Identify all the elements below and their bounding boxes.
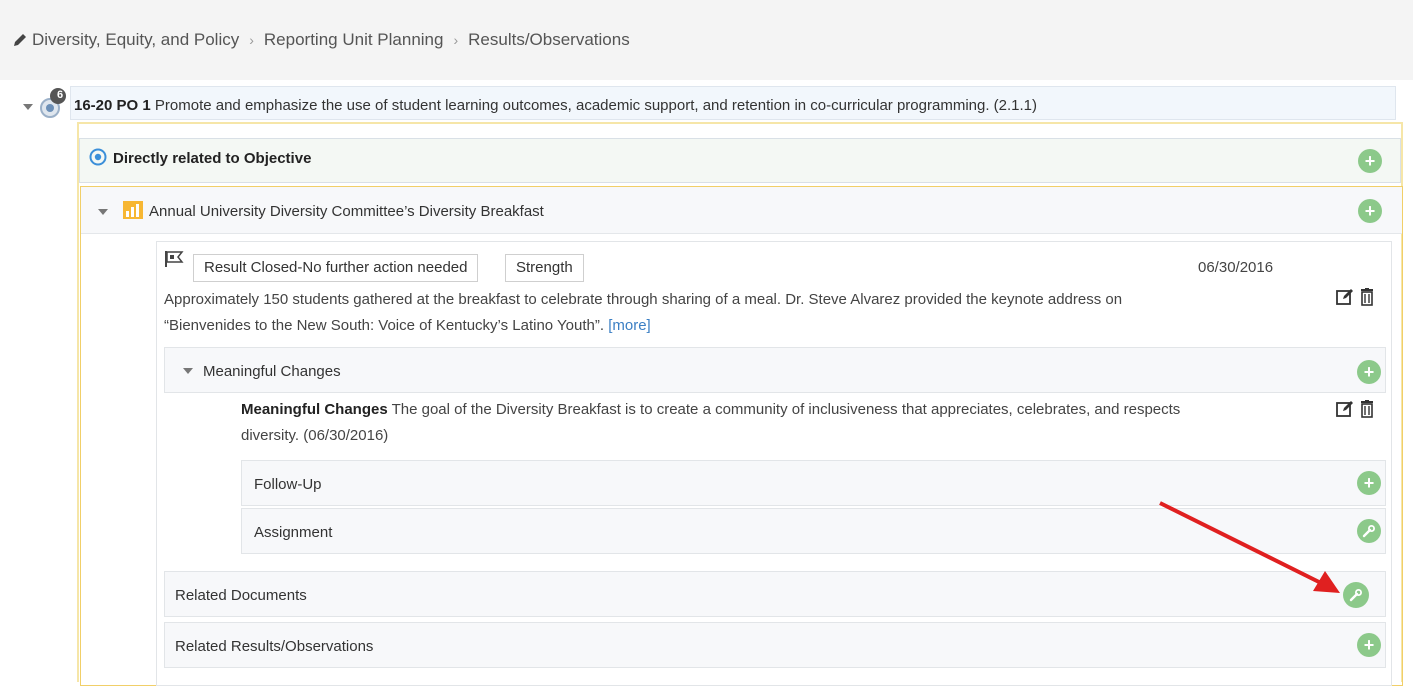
flag-icon xyxy=(165,251,184,267)
caret-down-icon[interactable] xyxy=(23,104,33,110)
meaningful-change-text-line2: diversity. (06/30/2016) xyxy=(241,427,389,444)
caret-down-icon[interactable] xyxy=(98,209,108,215)
result-status-tag: Result Closed-No further action needed xyxy=(193,254,479,282)
meaningful-change-text-line1: The goal of the Diversity Breakfast is t… xyxy=(391,401,1181,418)
result-text-line1: Approximately 150 students gathered at t… xyxy=(164,291,1123,308)
annotation-arrow xyxy=(1159,501,1340,593)
assignment-label: Assignment xyxy=(254,524,333,541)
meaningful-changes-header[interactable]: Meaningful Changes xyxy=(203,363,341,380)
wrench-icon xyxy=(1362,525,1375,538)
breadcrumb-item-diversity[interactable]: Diversity, Equity, and Policy xyxy=(32,30,239,50)
breadcrumb-separator: › xyxy=(249,32,254,48)
add-follow-up-button[interactable]: + xyxy=(1357,471,1381,495)
follow-up-label: Follow-Up xyxy=(254,476,322,493)
result-date: 06/30/2016 xyxy=(1198,259,1274,276)
meaningful-changes-row xyxy=(164,347,1386,393)
plus-icon: + xyxy=(1363,361,1375,382)
result-type-tag: Strength xyxy=(505,254,584,282)
more-link[interactable]: [more] xyxy=(608,317,651,334)
related-documents-label: Related Documents xyxy=(175,587,307,604)
add-meaningful-change-button[interactable]: + xyxy=(1357,360,1381,384)
objective-code: 16-20 PO 1 xyxy=(74,97,151,114)
objective-description: Promote and emphasize the use of student… xyxy=(154,97,1038,114)
target-icon xyxy=(89,148,107,166)
measure-label[interactable]: Annual University Diversity Committee’s … xyxy=(149,203,544,220)
plus-icon: + xyxy=(1363,472,1375,493)
trash-icon[interactable] xyxy=(1358,288,1376,306)
meaningful-change-title: Meaningful Changes xyxy=(241,401,388,418)
assignment-wrench-button[interactable] xyxy=(1357,519,1381,543)
objective-text[interactable]: 16-20 PO 1 Promote and emphasize the use… xyxy=(74,97,1037,114)
wrench-icon xyxy=(1349,589,1362,602)
breadcrumb-item-results: Results/Observations xyxy=(468,30,630,49)
plus-icon: + xyxy=(1363,634,1375,655)
bar-chart-icon xyxy=(123,201,143,219)
breadcrumb: Diversity, Equity, and Policy › Reportin… xyxy=(0,0,1413,80)
add-related-result-button[interactable]: + xyxy=(1357,633,1381,657)
result-text-line2: “Bienvenides to the New South: Voice of … xyxy=(164,317,605,334)
pencil-icon xyxy=(14,34,26,46)
add-button[interactable]: + xyxy=(1358,149,1382,173)
objective-badge-count: 6 xyxy=(56,89,64,101)
breadcrumb-item-reporting-unit-planning[interactable]: Reporting Unit Planning xyxy=(264,30,444,50)
edit-icon[interactable] xyxy=(1336,400,1354,418)
meaningful-change-entry: Meaningful Changes The goal of the Diver… xyxy=(241,397,1301,449)
plus-icon: + xyxy=(1364,150,1376,171)
breadcrumb-separator: › xyxy=(453,32,459,48)
directly-related-label: Directly related to Objective xyxy=(113,150,312,167)
plus-icon: + xyxy=(1364,200,1376,221)
trash-icon[interactable] xyxy=(1358,400,1376,418)
related-results-label: Related Results/Observations xyxy=(175,638,374,655)
result-description: Approximately 150 students gathered at t… xyxy=(164,287,1294,339)
caret-down-icon[interactable] xyxy=(183,368,193,374)
edit-icon[interactable] xyxy=(1336,288,1354,306)
add-button[interactable]: + xyxy=(1358,199,1382,223)
